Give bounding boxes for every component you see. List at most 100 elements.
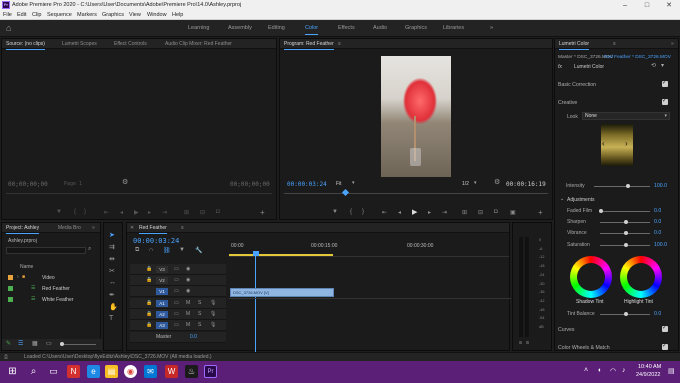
lumetri-more-icon[interactable]: » [671,41,674,47]
project-more-icon[interactable]: » [92,225,95,231]
faded-film-value[interactable]: 0.0 [654,208,661,214]
list-item[interactable]: ☰ White Feather [8,295,98,305]
icon-view-icon[interactable]: ▦ [32,340,38,347]
add-marker-icon[interactable]: ▼ [179,247,185,253]
source-goto-in-icon[interactable]: ⇤ [104,209,109,216]
program-step-forward-icon[interactable]: ▸ [428,209,431,216]
program-play-icon[interactable]: ▶ [412,208,417,216]
mail-icon[interactable]: ✉ [144,365,157,378]
chevron-right-icon[interactable]: › [17,274,19,280]
menu-markers[interactable]: Markers [77,12,97,18]
list-item[interactable]: ☰ Red Feather [8,284,98,294]
wifi-icon[interactable]: ◠ [610,367,616,375]
list-view-icon[interactable]: ☰ [18,340,23,347]
source-in-icon[interactable]: { [74,209,76,215]
zoom-slider-knob[interactable] [60,342,64,346]
tab-audio-clip-mixer[interactable]: Audio Clip Mixer: Red Feather [165,41,232,47]
work-area-bar[interactable] [229,254,333,256]
type-tool-icon[interactable]: T [109,315,113,322]
minimize-button[interactable]: – [614,0,636,11]
program-wrench-icon[interactable]: ⚙ [494,178,500,186]
sync-lock-icon[interactable]: ▭ [174,277,179,283]
lumetri-menu-icon[interactable]: ≡ [613,41,616,47]
tab-lumetri-color[interactable]: Lumetri Color [559,41,590,50]
lock-icon[interactable]: 🔒 [146,311,152,317]
windows-start-icon[interactable]: ⊞ [6,365,19,378]
tray-app-icon[interactable]: ◐ [598,367,602,374]
menu-clip[interactable]: Clip [32,12,41,18]
master-value[interactable]: 0.0 [190,334,197,340]
lock-icon[interactable]: 🔒 [146,277,152,283]
steam-icon[interactable]: ♨ [185,365,198,378]
menu-file[interactable]: File [3,12,12,18]
menu-view[interactable]: View [129,12,141,18]
project-column-name[interactable]: Name [20,264,33,270]
sync-lock-icon[interactable]: ▭ [174,300,179,306]
snap-icon[interactable]: ∩ [149,247,153,253]
source-page[interactable]: Page 1 [64,181,82,187]
program-out-icon[interactable]: } [362,209,364,215]
sharpen-knob[interactable] [624,220,628,224]
menu-sequence[interactable]: Sequence [47,12,72,18]
adjustments-chevron-down-icon[interactable]: ⌄ [560,196,564,202]
saturation-value[interactable]: 100.0 [654,242,667,248]
program-goto-in-icon[interactable]: ⇤ [382,209,387,216]
faded-film-knob[interactable] [599,209,603,213]
solo-button[interactable]: S [198,300,201,306]
solo-button[interactable]: S [198,322,201,328]
sharpen-value[interactable]: 0.0 [654,219,661,225]
source-out-icon[interactable]: } [84,209,86,215]
look-preview-thumbnail[interactable]: ‹ › [601,124,633,166]
look-prev-icon[interactable]: ‹ [602,139,605,148]
edge-icon[interactable]: e [87,365,100,378]
track-label[interactable]: A3 [156,322,168,329]
track-label[interactable]: V3 [156,266,168,273]
eye-icon[interactable]: ◉ [186,266,190,272]
file-explorer-icon[interactable]: ▤ [105,365,118,378]
project-search-input[interactable] [6,247,86,254]
pencil-icon[interactable]: ✎ [6,340,11,347]
clock-time[interactable]: 10:40 AM [638,364,661,370]
search-icon[interactable]: ⌕ [27,365,40,378]
program-export-frame-icon[interactable]: ◘ [494,209,498,215]
program-resolution-select[interactable]: 1/2 [462,181,469,187]
home-icon[interactable]: ⌂ [6,23,11,33]
task-view-icon[interactable]: ▭ [47,365,60,378]
sync-lock-icon[interactable]: ▭ [174,311,179,317]
clock-date[interactable]: 24/9/2022 [636,372,660,378]
program-in-icon[interactable]: { [350,209,352,215]
ripple-edit-tool-icon[interactable]: ⇹ [109,255,115,263]
sync-lock-icon[interactable]: ▭ [174,288,179,294]
track-label[interactable]: V1 [156,288,168,295]
vibrance-knob[interactable] [624,231,628,235]
zoom-slider[interactable] [60,344,96,345]
netflix-icon[interactable]: N [67,365,80,378]
menu-edit[interactable]: Edit [17,12,26,18]
mute-button[interactable]: M [186,300,190,306]
highlight-tint-wheel[interactable] [620,256,662,298]
lumetri-sequence-clip[interactable]: Red Feather * DSC_3726.MOV [604,55,671,60]
section-curves[interactable]: Curves [558,327,672,337]
timeline-timecode[interactable]: 00:00:03:24 [133,237,179,245]
solo-left-button[interactable]: S [519,340,522,345]
program-step-back-icon[interactable]: ◂ [398,209,401,216]
freeform-view-icon[interactable]: ▭ [46,340,52,347]
look-select[interactable]: None ▾ [582,112,670,120]
shadow-tint-wheel[interactable] [570,256,612,298]
program-extract-icon[interactable]: ⊟ [478,209,483,216]
tab-media-browser[interactable]: Media Bro [58,225,81,231]
creative-checkbox[interactable] [662,97,668,105]
app-icon[interactable]: W [165,365,178,378]
close-button[interactable]: ✕ [658,0,680,11]
linked-selection-icon[interactable]: ⛓ [163,247,171,254]
wrench-icon[interactable]: ⚙ [122,178,128,186]
workspace-graphics[interactable]: Graphics [405,25,427,31]
tint-balance-value[interactable]: 0.0 [654,311,661,317]
sync-lock-icon[interactable]: ▭ [174,266,179,272]
program-fit-select[interactable]: Fit [336,181,342,187]
lumetri-dropdown-icon[interactable]: ▾ [661,62,664,69]
workspace-color[interactable]: Color [305,25,319,35]
section-basic-correction[interactable]: Basic Correction [558,82,672,92]
source-overwrite-icon[interactable]: ⊟ [200,209,205,216]
program-scrubber[interactable] [284,193,548,194]
